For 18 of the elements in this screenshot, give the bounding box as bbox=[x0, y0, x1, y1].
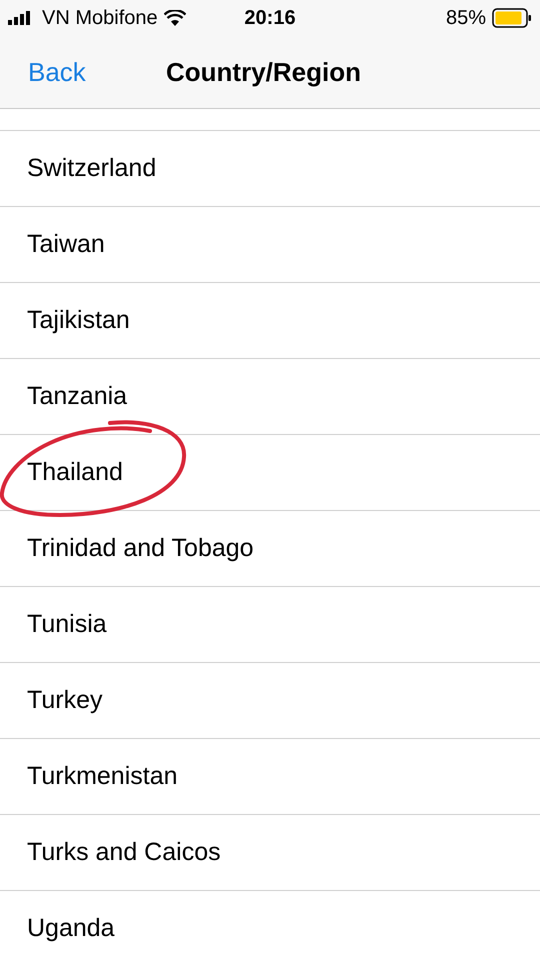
country-item[interactable]: Uganda bbox=[27, 910, 115, 948]
country-item[interactable]: Turkmenistan bbox=[27, 758, 178, 796]
battery-percent: 85% bbox=[446, 6, 486, 31]
country-item[interactable]: Turks and Caicos bbox=[27, 834, 221, 872]
clock-time: 20:16 bbox=[244, 6, 296, 31]
back-button[interactable]: Back bbox=[28, 52, 138, 92]
country-item[interactable]: Taiwan bbox=[27, 226, 105, 264]
page-title: Country/Region bbox=[166, 56, 361, 88]
country-item[interactable]: Thailand bbox=[27, 454, 123, 492]
country-item[interactable]: Tanzania bbox=[27, 378, 128, 416]
country-item[interactable]: Tunisia bbox=[27, 606, 107, 644]
country-item[interactable]: Tajikistan bbox=[27, 302, 130, 340]
country-item[interactable]: Turkey bbox=[27, 682, 102, 720]
country-item[interactable]: Switzerland bbox=[27, 150, 156, 188]
country-item[interactable]: Trinidad and Tobago bbox=[27, 530, 254, 568]
carrier-name: VN Mobifone bbox=[42, 6, 158, 31]
battery-icon bbox=[492, 8, 532, 28]
wifi-icon bbox=[164, 10, 186, 26]
